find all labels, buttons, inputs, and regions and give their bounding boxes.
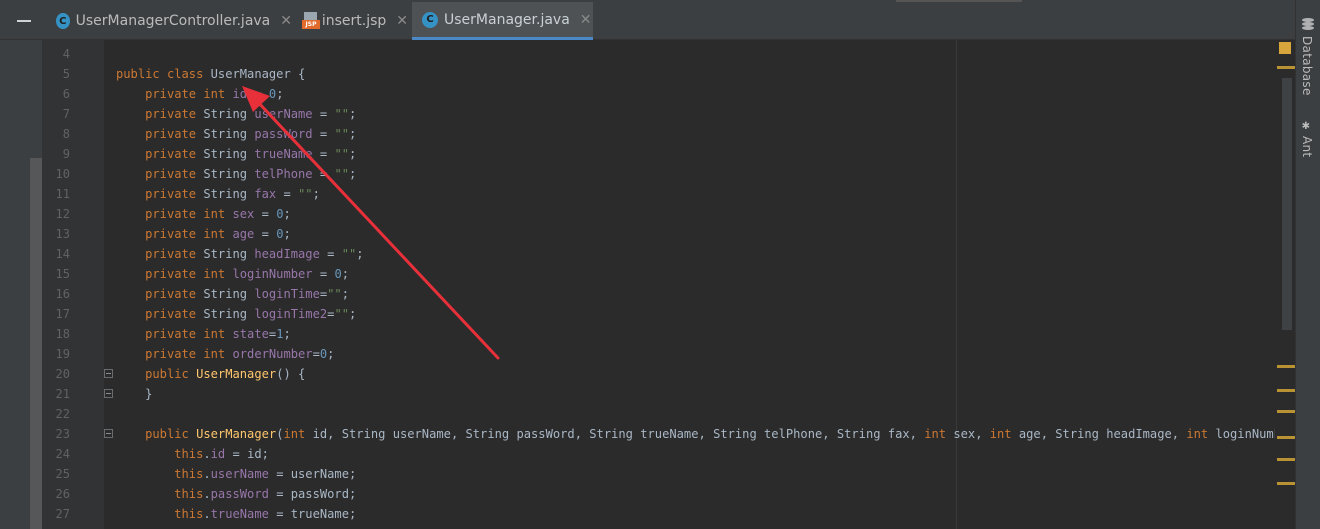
line-number: 7 [62,107,70,121]
line-number: 4 [62,47,70,61]
code-line[interactable]: this.passWord = passWord; [116,484,356,504]
line-number: 19 [55,347,70,361]
line-number: 10 [55,167,70,181]
code-line[interactable]: private int loginNumber = 0; [116,264,349,284]
java-class-icon: C [56,13,70,29]
tab-bar-edge [896,0,1022,2]
right-tool-window-bar: Database ✱ Ant [1295,0,1320,529]
database-icon [1302,18,1314,31]
warning-marker[interactable] [1277,458,1295,461]
ant-tool-button[interactable]: Ant [1300,136,1314,157]
line-number: 22 [55,407,70,421]
left-tool-strip [0,40,42,529]
java-class-icon: C [422,11,438,28]
tab-label: UserManagerController.java [75,13,271,29]
code-line[interactable]: private String telPhone = ""; [116,164,356,184]
code-line[interactable]: private String loginTime2=""; [116,304,356,324]
line-number: 23 [55,427,70,441]
fold-marker[interactable] [104,429,113,438]
line-number: 6 [62,87,70,101]
ant-icon: ✱ [1302,118,1310,133]
warning-marker[interactable] [1277,66,1295,69]
line-number: 9 [62,147,70,161]
code-line[interactable]: private String loginTime=""; [116,284,349,304]
line-number: 26 [55,487,70,501]
line-number: 16 [55,287,70,301]
code-line[interactable]: public UserManager(int id, String userNa… [116,424,1295,444]
left-strip-marker [30,158,42,529]
code-line[interactable]: private String fax = ""; [116,184,320,204]
line-number: 11 [55,187,70,201]
code-line[interactable]: private int orderNumber=0; [116,344,334,364]
warning-marker[interactable] [1277,410,1295,413]
close-tab-icon[interactable]: ✕ [396,13,408,29]
code-line[interactable]: this.trueName = trueName; [116,504,356,524]
warning-marker[interactable] [1277,436,1295,439]
minimize-button[interactable] [0,0,42,40]
code-line[interactable]: private int id = 0; [116,84,283,104]
code-line[interactable]: public class UserManager { [116,64,305,84]
code-line[interactable]: this.id = id; [116,444,269,464]
tab-label: UserManager.java [444,11,570,28]
close-tab-icon[interactable]: ✕ [580,12,592,28]
fold-marker[interactable] [104,369,113,378]
line-number: 13 [55,227,70,241]
warning-marker[interactable] [1277,389,1295,392]
code-editor[interactable]: public class UserManager { private int i… [104,40,1295,529]
code-line[interactable]: private int sex = 0; [116,204,291,224]
code-line[interactable]: public UserManager() { [116,364,305,384]
line-number: 20 [55,367,70,381]
tab-insert-jsp[interactable]: JSP insert.jsp ✕ [296,2,408,40]
line-number: 17 [55,307,70,321]
line-number: 21 [55,387,70,401]
jsp-file-icon: JSP [302,12,320,30]
code-line[interactable]: private String passWord = ""; [116,124,356,144]
tab-usermanager[interactable]: C UserManager.java ✕ [412,2,593,40]
database-tool-button[interactable]: Database [1300,36,1314,96]
code-line[interactable]: } [116,384,152,404]
inspection-warning-icon[interactable] [1279,42,1291,54]
editor-tab-bar: C UserManagerController.java ✕ JSP inser… [0,0,1295,40]
line-number: 12 [55,207,70,221]
minus-icon [17,20,31,22]
line-number: 14 [55,247,70,261]
line-number: 27 [55,507,70,521]
close-tab-icon[interactable]: ✕ [280,13,292,29]
line-number: 5 [62,67,70,81]
warning-marker[interactable] [1277,482,1295,485]
code-line[interactable]: private String headImage = ""; [116,244,363,264]
line-number: 8 [62,127,70,141]
line-number: 25 [55,467,70,481]
line-number: 24 [55,447,70,461]
editor-scrollbar-thumb[interactable] [1282,78,1292,330]
code-line[interactable]: private int state=1; [116,324,291,344]
fold-marker[interactable] [104,389,113,398]
code-line[interactable]: private int age = 0; [116,224,291,244]
tab-label: insert.jsp [321,13,387,29]
tab-usermanagercontroller[interactable]: C UserManagerController.java ✕ [50,2,292,40]
line-number: 18 [55,327,70,341]
code-line[interactable]: private String userName = ""; [116,104,356,124]
warning-marker[interactable] [1277,365,1295,368]
code-line[interactable]: private String trueName = ""; [116,144,356,164]
line-number: 15 [55,267,70,281]
code-line[interactable]: this.userName = userName; [116,464,356,484]
